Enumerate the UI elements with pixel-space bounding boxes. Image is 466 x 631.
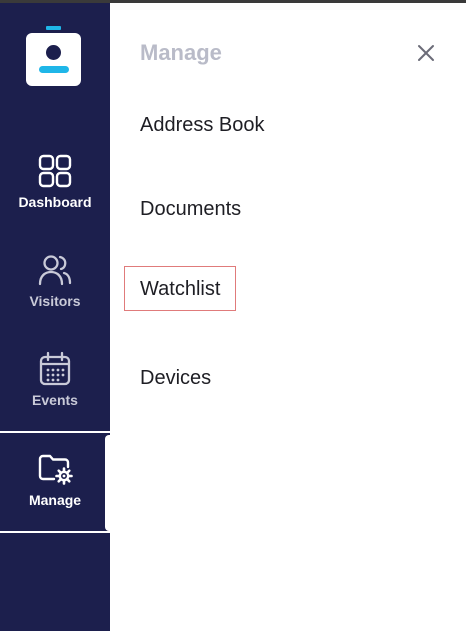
sidebar-item-label: Manage [28, 492, 82, 508]
visitors-icon [38, 255, 72, 286]
sidebar-item-label: Events [32, 392, 78, 408]
app-window: Dashboard Visitors Events Manage Manage … [0, 0, 466, 631]
calendar-icon [39, 351, 71, 386]
sidebar-item-label: Visitors [29, 293, 81, 309]
sidebar-item-dashboard[interactable]: Dashboard [0, 143, 110, 231]
sidebar-item-events[interactable]: Events [0, 341, 110, 429]
logo-badge-clip [46, 26, 61, 30]
menu-item-documents[interactable]: Documents [140, 198, 241, 221]
logo-badge-bar [39, 66, 69, 73]
panel-title: Manage [140, 40, 222, 65]
manage-panel: Manage Address Book Documents Watchlist … [110, 3, 466, 631]
logo-person-head [46, 45, 61, 60]
sidebar-item-manage[interactable]: Manage [0, 431, 110, 533]
sidebar: Dashboard Visitors Events Manage [0, 3, 110, 631]
dashboard-grid-icon [38, 154, 72, 188]
menu-item-address-book[interactable]: Address Book [140, 114, 265, 137]
sidebar-item-label: Dashboard [18, 194, 92, 210]
folder-gear-icon [38, 454, 73, 485]
close-icon [418, 45, 434, 61]
app-logo[interactable] [26, 26, 81, 86]
menu-item-watchlist[interactable]: Watchlist [124, 266, 237, 311]
menu-item-devices[interactable]: Devices [140, 367, 211, 390]
close-button[interactable] [413, 40, 439, 66]
sidebar-item-visitors[interactable]: Visitors [0, 242, 110, 330]
